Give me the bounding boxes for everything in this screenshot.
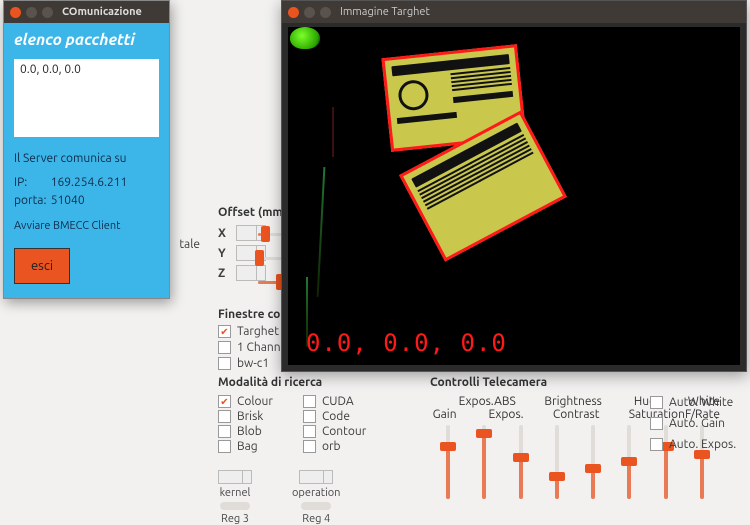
image-window-title: Immagine Targhet — [340, 6, 430, 18]
kernel-label: kernel — [220, 487, 251, 499]
mod-left-1[interactable]: Brisk — [218, 410, 273, 423]
checkbox-icon — [218, 395, 231, 408]
offset-axis-x: X — [218, 227, 230, 240]
mod-right-3[interactable]: orb — [303, 440, 366, 453]
mod-right-2-label: Contour — [322, 425, 366, 438]
checkbox-icon — [650, 438, 663, 451]
cam-slider-0[interactable] — [430, 425, 466, 499]
checkbox-icon — [303, 440, 316, 453]
left-label-tale: tale — [179, 238, 200, 251]
image-window: Immagine Targhet 0.0, 0.0, 0.0 — [281, 0, 747, 372]
minimize-icon[interactable] — [304, 7, 315, 18]
ip-label: IP: — [14, 174, 48, 192]
close-icon[interactable] — [288, 7, 299, 18]
finestre-item-2-label: bw-c1 — [237, 357, 269, 370]
mod-left-0-label: Colour — [237, 395, 273, 408]
mod-left-1-label: Brisk — [237, 410, 263, 423]
cam-label-bot-5 — [599, 408, 628, 421]
auto-check-1-label: Auto. Gain — [669, 417, 725, 430]
auto-check-0-label: Auto. White — [669, 396, 733, 409]
comm-window-title: COmunicazione — [62, 6, 142, 18]
offset-axis-y: Y — [218, 247, 230, 260]
packet-list-box[interactable] — [14, 59, 159, 137]
checkbox-icon — [218, 357, 231, 370]
mod-right-0[interactable]: CUDA — [303, 395, 366, 408]
mod-left-0[interactable]: Colour — [218, 395, 273, 408]
ip-value: 169.254.6.211 — [51, 176, 128, 189]
checkbox-icon — [218, 440, 231, 453]
auto-check-1[interactable]: Auto. Gain — [650, 417, 740, 430]
checkbox-icon — [218, 341, 231, 354]
checkbox-icon — [303, 395, 316, 408]
maximize-icon[interactable] — [42, 7, 53, 18]
cam-slider-5[interactable] — [611, 425, 647, 499]
close-icon[interactable] — [10, 7, 21, 18]
cam-label-top-4 — [602, 395, 631, 408]
modalita-title: Modalità di ricerca — [218, 376, 418, 389]
coords-overlay: 0.0, 0.0, 0.0 — [306, 329, 507, 357]
cam-label-bot-1 — [459, 408, 488, 421]
start-client-link[interactable]: Avviare BMECC Client — [14, 220, 159, 232]
image-canvas: 0.0, 0.0, 0.0 — [288, 27, 740, 365]
operation-caption: Reg 4 — [302, 513, 330, 525]
cam-label-top-3: Brightness — [544, 395, 601, 408]
comm-window: COmunicazione elenco pacchetti Il Server… — [3, 0, 170, 299]
green-blob-icon — [290, 27, 320, 49]
comm-header: elenco pacchetti — [14, 31, 159, 49]
operation-slider[interactable] — [301, 502, 331, 510]
cam-label-bot-3 — [524, 408, 553, 421]
auto-check-2-label: Auto. Expos. — [669, 438, 736, 451]
mod-right-1[interactable]: Code — [303, 410, 366, 423]
exit-button[interactable]: esci — [14, 248, 70, 284]
port-value: 51040 — [51, 194, 85, 207]
cam-label-bot-4: Contrast — [553, 408, 600, 421]
cam-label-top-2 — [516, 395, 545, 408]
mod-right-2[interactable]: Contour — [303, 425, 366, 438]
artifact-streak — [317, 167, 326, 297]
mod-right-0-label: CUDA — [322, 395, 354, 408]
checkbox-icon — [218, 425, 231, 438]
kernel-slider[interactable] — [220, 502, 250, 510]
mod-left-2-label: Blob — [237, 425, 262, 438]
artifact-streak — [332, 107, 334, 157]
offset-axis-z: Z — [218, 267, 230, 280]
cam-slider-2[interactable] — [503, 425, 539, 499]
operation-value[interactable] — [299, 470, 333, 484]
comm-titlebar[interactable]: COmunicazione — [4, 1, 169, 23]
checkbox-icon — [650, 417, 663, 430]
maximize-icon[interactable] — [320, 7, 331, 18]
cam-slider-4[interactable] — [575, 425, 611, 499]
kernel-value[interactable] — [218, 470, 252, 484]
minimize-icon[interactable] — [26, 7, 37, 18]
cam-label-bot-2: Expos. — [489, 408, 524, 421]
auto-check-2[interactable]: Auto. Expos. — [650, 438, 740, 451]
image-titlebar[interactable]: Immagine Targhet — [282, 1, 746, 23]
offset-title: Offset (mm — [218, 206, 290, 219]
checkbox-icon — [303, 410, 316, 423]
operation-label: operation — [292, 487, 340, 499]
checkbox-icon — [650, 396, 663, 409]
mod-right-1-label: Code — [322, 410, 350, 423]
cam-slider-1[interactable] — [466, 425, 502, 499]
cam-label-top-0 — [430, 395, 459, 408]
kernel-caption: Reg 3 — [221, 513, 249, 525]
mod-left-3[interactable]: Bag — [218, 440, 273, 453]
port-label: porta: — [14, 192, 48, 210]
mod-left-3-label: Bag — [237, 440, 258, 453]
finestre-item-0-label: Targhet — [237, 325, 279, 338]
checkbox-icon — [218, 325, 231, 338]
cam-label-top-1: Expos.ABS — [459, 395, 516, 408]
mod-right-3-label: orb — [322, 440, 341, 453]
auto-check-0[interactable]: Auto. White — [650, 396, 740, 409]
checkbox-icon — [218, 410, 231, 423]
checkbox-icon — [303, 425, 316, 438]
server-line: Il Server comunica su — [14, 150, 159, 168]
mod-left-2[interactable]: Blob — [218, 425, 273, 438]
cam-slider-3[interactable] — [539, 425, 575, 499]
cam-label-bot-0: Gain — [430, 408, 459, 421]
